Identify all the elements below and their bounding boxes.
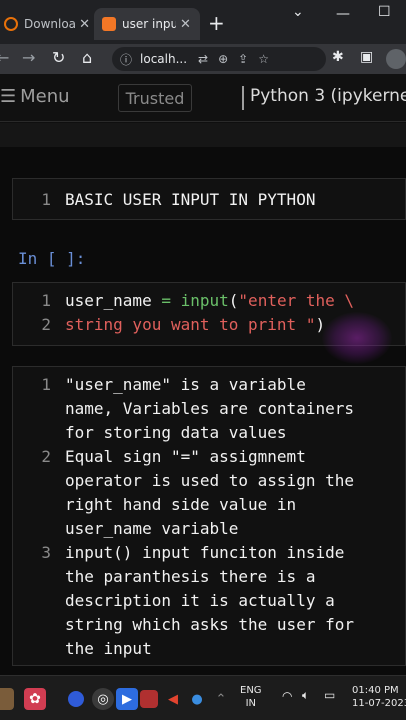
tab-user-input[interactable]: user inpu ✕	[94, 8, 200, 40]
notes-cell[interactable]: 1 "user_name" is a variable name, Variab…	[12, 366, 406, 666]
note-line: for storing data values	[65, 423, 287, 442]
tab-downloads[interactable]: Downloa ✕	[0, 8, 90, 40]
browser-tab-strip: Downloa ✕ user inpu ✕ + ⌄ — ☐	[0, 0, 406, 44]
note-line: the input	[65, 639, 152, 658]
zoom-icon[interactable]: ⊕	[218, 52, 228, 66]
back-icon[interactable]: ←	[0, 48, 9, 67]
markdown-cell-title[interactable]: 1 BASIC USER INPUT IN PYTHON	[12, 178, 406, 220]
tab-label: user inpu	[122, 17, 176, 31]
language-indicator[interactable]: ENG IN	[240, 684, 262, 710]
note-line: input() input funciton inside	[65, 543, 345, 562]
trusted-indicator[interactable]: Trusted	[118, 84, 192, 112]
line-number: 1	[41, 190, 51, 209]
string-token: string you want to print "	[65, 315, 316, 334]
hamburger-icon: ☰	[0, 86, 17, 107]
menu-label: Menu	[20, 86, 70, 107]
side-panel-icon[interactable]: ▣	[360, 49, 373, 65]
maximize-icon[interactable]: ☐	[378, 4, 391, 20]
clock-time: 01:40 PM	[352, 685, 399, 696]
code-line-1: user_name = input("enter the \	[65, 289, 354, 313]
note-line: description it is actually a	[65, 591, 335, 610]
battery-icon[interactable]: ▭	[324, 689, 335, 702]
wifi-icon[interactable]: ◠	[282, 690, 292, 703]
lang-top: ENG	[240, 685, 262, 696]
tab-label: Downloa	[24, 17, 76, 31]
url-text: localh...	[140, 52, 188, 66]
code-line-2: string you want to print ")	[65, 313, 325, 337]
toolbar-spacer	[0, 123, 406, 147]
app-icon[interactable]	[0, 688, 14, 710]
app-icon[interactable]	[140, 690, 158, 708]
close-icon[interactable]: ✕	[79, 17, 90, 32]
new-tab-button[interactable]: +	[208, 12, 225, 34]
clock-date: 11-07-2023	[352, 698, 406, 709]
function-token: input	[180, 291, 229, 310]
home-icon[interactable]: ⌂	[82, 48, 92, 67]
menu-button[interactable]: ☰ Menu	[0, 86, 70, 107]
title-line: BASIC USER INPUT IN PYTHON	[65, 190, 316, 209]
clock[interactable]: 01:40 PM 11-07-2023	[352, 684, 406, 710]
volume-icon[interactable]: 🔈︎	[302, 689, 309, 702]
kernel-divider	[242, 86, 244, 110]
code-cell[interactable]: 1 user_name = input("enter the \ 2 strin…	[12, 282, 406, 346]
app-icon[interactable]: ●	[186, 688, 208, 710]
paren-token: )	[315, 315, 326, 334]
app-icon[interactable]: ◎	[92, 688, 114, 710]
note-line: operator is used to assign the	[65, 471, 354, 490]
line-number: 3	[41, 543, 51, 562]
translate-icon[interactable]: ⇄	[198, 52, 208, 66]
notebook-toolbar: ☰ Menu Trusted Python 3 (ipykernel	[0, 74, 406, 122]
bookmark-star-icon[interactable]: ☆	[258, 52, 269, 66]
note-line: right hand side value in	[65, 495, 297, 514]
tab-search-chevron-icon[interactable]: ⌄	[292, 4, 304, 20]
minimize-icon[interactable]: —	[336, 6, 350, 22]
variable-token: user_name	[65, 291, 152, 310]
info-icon[interactable]: ⓘ	[120, 51, 132, 68]
input-prompt: In [ ]:	[18, 249, 86, 268]
line-number: 2	[41, 315, 51, 334]
browser-navbar: ← → ↻ ⌂ ⓘ localh... ⇄ ⊕ ⇪ ☆ ✱ ▣	[0, 44, 406, 74]
line-number: 1	[41, 375, 51, 394]
note-line: Equal sign "=" assigmnemt	[65, 447, 306, 466]
jupyter-favicon-icon	[102, 17, 116, 31]
share-icon[interactable]: ⇪	[238, 52, 248, 66]
note-line: name, Variables are containers	[65, 399, 354, 418]
line-number: 1	[41, 291, 51, 310]
paren-token: (	[228, 291, 239, 310]
app-icon[interactable]: ✿	[24, 688, 46, 710]
kernel-name[interactable]: Python 3 (ipykernel	[250, 86, 406, 106]
forward-icon[interactable]: →	[22, 48, 35, 67]
app-icon[interactable]: ◀	[162, 688, 184, 710]
operator-token: =	[151, 291, 181, 310]
reload-icon[interactable]: ↻	[52, 48, 65, 67]
app-icon[interactable]	[68, 691, 84, 707]
note-line: string which asks the user for	[65, 615, 354, 634]
note-line: the paranthesis there is a	[65, 567, 316, 586]
string-token: "enter the \	[238, 291, 355, 310]
note-line: user_name variable	[65, 519, 239, 538]
address-bar[interactable]: ⓘ localh... ⇄ ⊕ ⇪ ☆	[112, 47, 326, 71]
profile-avatar[interactable]	[386, 49, 406, 69]
close-icon[interactable]: ✕	[180, 17, 191, 32]
app-icon[interactable]: ▶	[116, 688, 138, 710]
note-line: "user_name" is a variable	[65, 375, 306, 394]
lang-bottom: IN	[245, 698, 256, 709]
line-number: 2	[41, 447, 51, 466]
app-icon[interactable]: ⌃	[210, 688, 232, 710]
os-taskbar: ✿ ◎ ▶ ◀ ● ⌃ ENG IN ◠ 🔈︎ ▭ 01:40 PM 11-07…	[0, 675, 406, 720]
downloads-favicon-icon	[4, 17, 18, 31]
extensions-icon[interactable]: ✱	[332, 49, 344, 65]
